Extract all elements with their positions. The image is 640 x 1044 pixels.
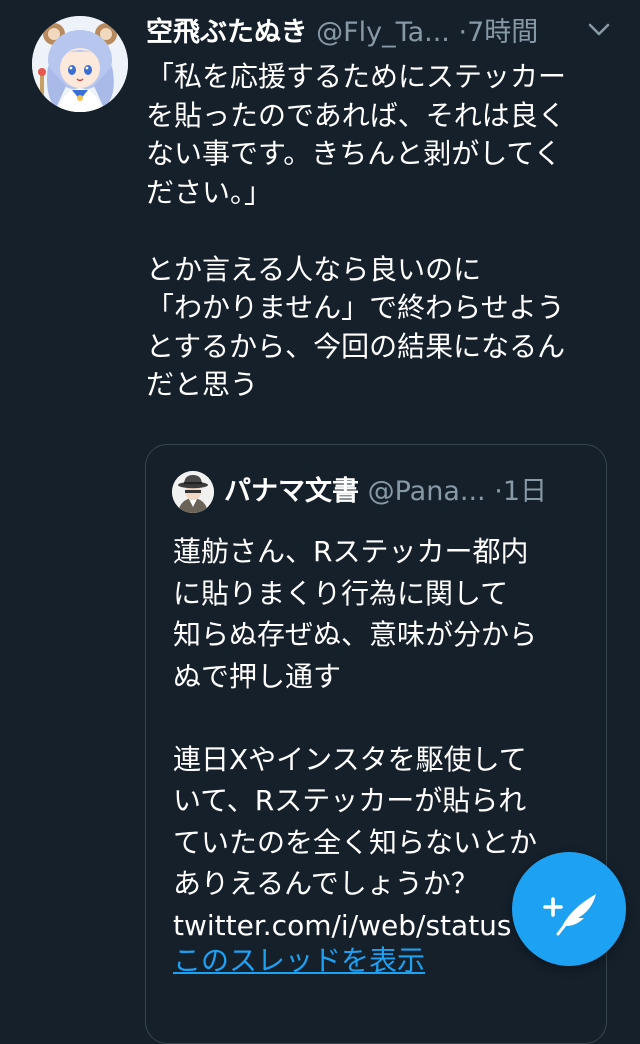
detective-avatar-icon <box>172 471 214 513</box>
show-thread-link[interactable]: このスレッドを表示 <box>173 941 425 981</box>
quoted-display-name: パナマ文書 <box>224 476 359 507</box>
timestamp[interactable]: 7時間 <box>467 17 538 48</box>
tweet-text: 「私を応援するためにステッカー を貼ったのであれば、それは良く ない事です。きち… <box>146 58 616 405</box>
quoted-text-line: に貼りまくり行為に関して <box>173 576 509 610</box>
display-name[interactable]: 空飛ぶたぬき <box>146 17 307 48</box>
tweet-text-line: 「わかりません」で終わらせよう <box>146 291 565 324</box>
separator: · <box>494 476 503 507</box>
anime-character-avatar-icon <box>32 16 128 112</box>
quoted-text-line <box>173 697 593 739</box>
compose-tweet-icon <box>543 894 596 936</box>
quoted-text-line: 蓮舫さん、Rステッカー都内 <box>173 535 529 568</box>
quoted-timestamp: 1日 <box>502 476 547 507</box>
quoted-avatar <box>172 471 214 513</box>
handle[interactable]: @Fly_Ta... <box>316 17 450 48</box>
tweet-text-line: ださい。」 <box>146 175 273 209</box>
tweet-header: 空飛ぶたぬき @Fly_Ta... ·7時間 <box>146 10 616 56</box>
quoted-text-line: いて、Rステッカーが貼られ <box>173 784 527 817</box>
tweet[interactable]: 空飛ぶたぬき @Fly_Ta... ·7時間 「私を応援するためにステッカー を… <box>0 0 640 1044</box>
quoted-handle: @Pana... <box>367 476 486 507</box>
author-avatar[interactable] <box>32 16 128 112</box>
tweet-text-line: とするから、今回の結果になるん <box>146 329 566 363</box>
quoted-text-line: 知らぬ存ぜぬ、意味が分から <box>173 618 538 651</box>
compose-tweet-button[interactable] <box>512 852 626 966</box>
tweet-text-line: ない事です。きちんと剥がしてく <box>146 137 562 170</box>
tweet-text-line: 「私を応援するためにステッカー <box>146 60 567 93</box>
tweet-text-line: だと思う <box>146 368 259 401</box>
separator: · <box>458 17 468 48</box>
quoted-tweet-header: パナマ文書 @Pana... ·1日 <box>224 469 594 515</box>
tweet-text-line: を貼ったのであれば、それは良く <box>146 98 566 132</box>
quoted-text-line: 連日Xやインスタを駆使して <box>173 742 527 776</box>
quoted-text-line: ぬで押し通す <box>173 659 342 693</box>
chevron-down-icon[interactable] <box>588 22 610 38</box>
tweet-text-line: とか言える人なら良いのに <box>146 252 482 286</box>
tweet-text-line <box>146 212 616 251</box>
